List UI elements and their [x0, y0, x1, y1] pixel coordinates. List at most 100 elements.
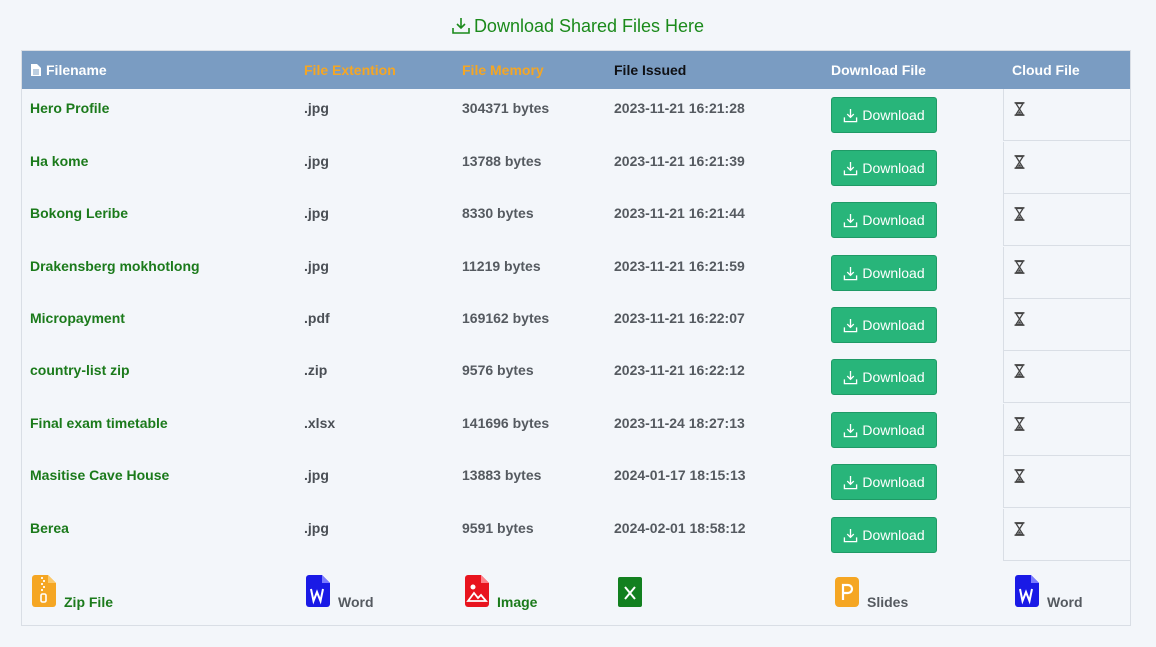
file-issued-cell: 2023-11-21 16:22:12: [614, 362, 745, 378]
word-icon: [306, 575, 330, 612]
file-extension-cell: .jpg: [304, 100, 329, 116]
excel-icon: [618, 577, 642, 612]
legend-label: Word: [1047, 594, 1083, 610]
slides-icon: [835, 577, 859, 612]
file-memory-cell: 169162 bytes: [462, 310, 550, 326]
table-row: Berea .jpg 9591 bytes 2024-02-01 18:58:12 Do…: [22, 509, 1130, 561]
table-row: country-list zip .zip 9576 bytes 2023-11-21…: [22, 351, 1130, 403]
page-title: Download Shared Files Here: [0, 16, 1156, 40]
filename-cell: Hero Profile: [30, 100, 110, 116]
download-icon: [844, 423, 858, 437]
hourglass-icon: [1014, 207, 1025, 226]
file-extension-cell: .jpg: [304, 520, 329, 536]
download-button-label: Download: [862, 422, 925, 438]
table-row: Masitise Cave House .jpg 13883 bytes 2024-0…: [22, 456, 1130, 508]
hourglass-icon: [1014, 155, 1025, 174]
cloud-file-cell: [1003, 194, 1130, 246]
download-button[interactable]: Download: [831, 97, 937, 133]
table-row: Micropayment .pdf 169162 bytes 2023-11-21 1…: [22, 299, 1130, 351]
table-row: Bokong Leribe .jpg 8330 bytes 2023-11-21 16…: [22, 194, 1130, 246]
file-extension-cell: .xlsx: [304, 415, 336, 431]
legend-label: Slides: [867, 594, 909, 610]
table-row: Final exam timetable .xlsx 141696 bytes 202…: [22, 404, 1130, 456]
file-memory-cell: 9591 bytes: [462, 520, 534, 536]
file-issued-cell: 2023-11-24 18:27:13: [614, 415, 745, 431]
download-button[interactable]: Download: [831, 517, 937, 553]
file-issued-cell: 2023-11-21 16:21:39: [614, 153, 745, 169]
download-icon: [844, 475, 858, 489]
download-icon: [844, 528, 858, 542]
download-icon: [844, 266, 858, 280]
file-memory-cell: 13788 bytes: [462, 153, 542, 169]
download-button[interactable]: Download: [831, 150, 937, 186]
file-extension-cell: .jpg: [304, 467, 329, 483]
file-memory-cell: 13883 bytes: [462, 467, 542, 483]
zip-file-icon: [32, 575, 56, 612]
hourglass-icon: [1014, 312, 1025, 331]
download-icon: [844, 370, 858, 384]
table-header: Filename File Extention File Memory File…: [22, 51, 1130, 89]
download-button[interactable]: Download: [831, 255, 937, 291]
hourglass-icon: [1014, 364, 1025, 383]
hourglass-icon: [1014, 469, 1025, 488]
file-issued-cell: 2023-11-21 16:21:28: [614, 100, 745, 116]
download-icon: [844, 108, 858, 122]
download-icon: [844, 318, 858, 332]
column-header-download-file: Download File: [831, 62, 926, 78]
hourglass-icon: [1014, 522, 1025, 541]
legend-label: Zip File: [64, 594, 113, 610]
download-button[interactable]: Download: [831, 359, 937, 395]
image-icon: [465, 575, 489, 612]
download-button-label: Download: [862, 212, 925, 228]
legend-slides: Slides: [835, 577, 909, 612]
cloud-file-cell: [1003, 509, 1130, 561]
legend-zip-file: Zip File: [32, 575, 113, 612]
legend-image: Image: [465, 575, 538, 612]
download-button[interactable]: Download: [831, 307, 937, 343]
file-issued-cell: 2024-02-01 18:58:12: [614, 520, 746, 536]
filename-cell: Berea: [30, 520, 69, 536]
shared-files-table: Filename File Extention File Memory File…: [21, 50, 1131, 626]
table-row: Ha kome .jpg 13788 bytes 2023-11-21 16:21:3…: [22, 142, 1130, 194]
hourglass-icon: [1014, 417, 1025, 436]
file-extension-cell: .zip: [304, 362, 328, 378]
download-button[interactable]: Download: [831, 412, 937, 448]
cloud-file-cell: [1003, 142, 1130, 194]
file-extension-cell: .jpg: [304, 205, 329, 221]
file-type-legend: Zip File Word Image Slides Word: [22, 561, 1130, 625]
cloud-file-cell: [1003, 351, 1130, 403]
column-header-filename: Filename: [30, 51, 107, 89]
column-header-file-extension: File Extention: [304, 62, 396, 78]
file-extension-cell: .jpg: [304, 258, 329, 274]
file-issued-cell: 2024-01-17 18:15:13: [614, 467, 746, 483]
page-title-text: Download Shared Files Here: [473, 16, 705, 36]
download-button-label: Download: [862, 527, 925, 543]
legend-word: Word: [1015, 575, 1083, 612]
filename-cell: Masitise Cave House: [30, 467, 170, 483]
filename-cell: Final exam timetable: [30, 415, 168, 431]
cloud-file-cell: [1003, 404, 1130, 456]
download-button-label: Download: [862, 369, 925, 385]
file-memory-cell: 9576 bytes: [462, 362, 534, 378]
legend-label: Image: [497, 594, 538, 610]
hourglass-icon: [1014, 260, 1025, 279]
download-button-label: Download: [862, 107, 925, 123]
file-issued-cell: 2023-11-21 16:22:07: [614, 310, 745, 326]
file-memory-cell: 11219 bytes: [462, 258, 541, 274]
word-icon: [1015, 575, 1039, 612]
legend-excel: [618, 577, 650, 612]
filename-cell: country-list zip: [30, 362, 130, 378]
cloud-file-cell: [1003, 247, 1130, 299]
download-button[interactable]: Download: [831, 202, 937, 238]
download-button[interactable]: Download: [831, 464, 937, 500]
download-button-label: Download: [862, 474, 925, 490]
download-icon: [844, 161, 858, 175]
download-button-label: Download: [862, 317, 925, 333]
column-header-file-issued: File Issued: [614, 62, 687, 78]
download-button-label: Download: [862, 160, 925, 176]
cloud-file-cell: [1003, 299, 1130, 351]
file-extension-cell: .jpg: [304, 153, 329, 169]
cloud-file-cell: [1003, 456, 1130, 508]
file-issued-cell: 2023-11-21 16:21:44: [614, 205, 745, 221]
hourglass-icon: [1014, 102, 1025, 121]
